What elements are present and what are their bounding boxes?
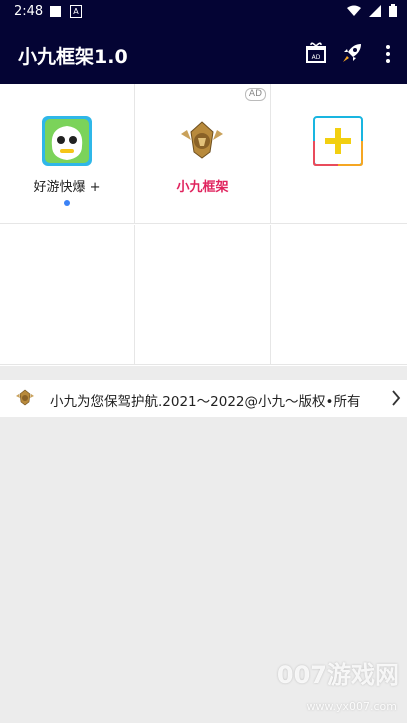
chevron-right-icon: [392, 390, 401, 406]
battery-icon: [389, 4, 397, 17]
wifi-icon: [347, 5, 361, 16]
grid-empty-slot: [271, 225, 407, 365]
watermark-text: 007游戏网: [276, 661, 399, 689]
grid-item-xiaojiu[interactable]: AD 小九框架: [135, 84, 271, 224]
app-title: 小九框架1.0: [18, 46, 128, 68]
status-bar: 2:48 A: [0, 0, 407, 24]
add-app-icon: [313, 116, 363, 166]
grid-item-add[interactable]: [271, 84, 407, 224]
gift-ad-label: AD: [312, 54, 321, 61]
emblem-icon: [16, 389, 34, 406]
grid-item-label: 好游快爆 +: [33, 180, 101, 195]
rocket-icon[interactable]: [341, 42, 363, 64]
a-icon: A: [70, 5, 82, 18]
xiaojiu-emblem-icon: [181, 121, 223, 159]
status-time: 2:48: [14, 4, 44, 19]
grid-item-label: 小九框架: [176, 180, 229, 195]
app-grid: 好游快爆 + AD 小九框架: [0, 84, 407, 366]
more-menu-icon[interactable]: [380, 42, 396, 66]
notice-bar[interactable]: 小九为您保驾护航.2021～2022@小九～版权•所有: [0, 380, 407, 417]
ad-badge: AD: [244, 88, 266, 101]
notice-text: 小九为您保驾护航.2021～2022@小九～版权•所有: [50, 394, 361, 410]
haoyou-app-icon: [42, 116, 92, 166]
watermark-url: www.yx007.com: [306, 700, 397, 713]
new-indicator-dot: [64, 200, 70, 206]
grid-item-haoyou[interactable]: 好游快爆 +: [0, 84, 135, 224]
signal-icon: [369, 4, 381, 17]
grid-empty-slot: [135, 225, 271, 365]
notification-icon: [50, 6, 61, 17]
grid-empty-slot: [0, 225, 135, 365]
gift-ad-icon[interactable]: AD: [305, 42, 327, 64]
app-bar: 小九框架1.0 AD: [0, 24, 407, 84]
